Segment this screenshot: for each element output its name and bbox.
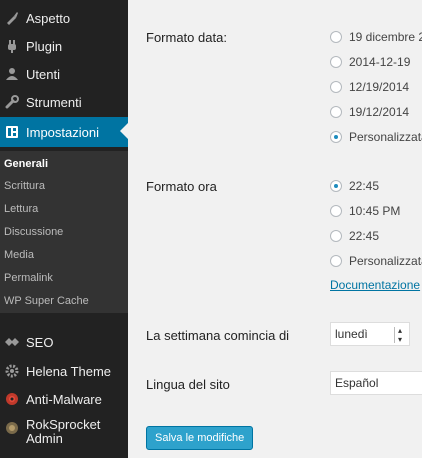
radio-label: Personalizzata	[349, 254, 422, 268]
seo-icon	[4, 334, 20, 350]
date-option-0[interactable]: 19 dicembre 2	[330, 28, 422, 46]
active-pointer	[120, 123, 128, 139]
plug-icon	[4, 38, 20, 54]
radio-button[interactable]	[330, 56, 342, 68]
submenu-item-wp-super-cache[interactable]: WP Super Cache	[4, 295, 89, 307]
sidebar-item-label: Helena Theme	[26, 363, 112, 379]
roksprocket-label-line1: RokSprocket	[26, 417, 101, 432]
save-button[interactable]: Salva le modifiche	[146, 426, 254, 450]
sidebar-item-label: RokSprocket Admin	[26, 418, 100, 446]
sidebar-item-label: Impostazioni	[26, 124, 99, 140]
site-language-value: Español	[335, 376, 379, 390]
submenu-item-discussione[interactable]: Discussione	[4, 226, 63, 238]
rocket-icon	[4, 420, 20, 436]
radio-label: 10:45 PM	[349, 204, 401, 218]
radio-label: Personalizzata	[349, 130, 422, 144]
submenu-item-permalink[interactable]: Permalink	[4, 272, 53, 284]
week-start-value: lunedì	[335, 327, 368, 341]
documentation-link[interactable]: Documentazione	[330, 278, 420, 292]
sidebar-item-label: Strumenti	[26, 94, 82, 110]
date-format-label: Formato data:	[146, 30, 227, 45]
time-option-1[interactable]: 10:45 PM	[330, 202, 400, 220]
paintbrush-icon	[4, 10, 20, 26]
week-start-select[interactable]: lunedì ▴ ▾	[330, 322, 410, 346]
sidebar-item-aspetto[interactable]: Aspetto	[0, 4, 128, 32]
radio-button[interactable]	[330, 131, 342, 143]
submenu-item-media[interactable]: Media	[4, 249, 34, 261]
radio-button[interactable]	[330, 205, 342, 217]
sidebar-item-helena-theme[interactable]: Helena Theme	[0, 357, 128, 385]
roksprocket-label-line2: Admin	[26, 431, 63, 446]
radio-button[interactable]	[330, 230, 342, 242]
malware-icon	[4, 391, 20, 407]
admin-sidebar: Aspetto Plugin Utenti Strumenti Impostaz…	[0, 0, 128, 458]
time-format-label: Formato ora	[146, 179, 217, 194]
sidebar-item-label: Utenti	[26, 66, 60, 82]
submenu-item-lettura[interactable]: Lettura	[4, 203, 38, 215]
radio-label: 19 dicembre 2	[349, 30, 422, 44]
settings-submenu: Generali Scrittura Lettura Discussione M…	[0, 151, 128, 313]
wrench-icon	[4, 94, 20, 110]
gear-icon	[4, 363, 20, 379]
date-option-1[interactable]: 2014-12-19	[330, 53, 410, 71]
users-icon	[4, 66, 20, 82]
sidebar-item-label: SEO	[26, 334, 54, 350]
sidebar-item-anti-malware[interactable]: Anti-Malware	[0, 385, 128, 413]
sidebar-item-strumenti[interactable]: Strumenti	[0, 88, 128, 116]
sidebar-item-label: Anti-Malware	[26, 391, 102, 407]
time-option-2[interactable]: 22:45	[330, 227, 379, 245]
time-option-0[interactable]: 22:45	[330, 177, 379, 195]
sidebar-item-label: Aspetto	[26, 10, 71, 26]
dropdown-arrow-icon: ▴ ▾	[394, 326, 405, 344]
date-option-2[interactable]: 12/19/2014	[330, 78, 409, 96]
date-option-3[interactable]: 19/12/2014	[330, 103, 409, 121]
radio-label: 19/12/2014	[349, 105, 410, 119]
settings-icon	[4, 124, 20, 140]
radio-button[interactable]	[330, 81, 342, 93]
date-option-4[interactable]: Personalizzata	[330, 128, 422, 146]
radio-button[interactable]	[330, 31, 342, 43]
sidebar-item-utenti[interactable]: Utenti	[0, 60, 128, 88]
time-option-3[interactable]: Personalizzata	[330, 252, 422, 270]
radio-label: 12/19/2014	[349, 80, 410, 94]
radio-button[interactable]	[330, 106, 342, 118]
submenu-item-scrittura[interactable]: Scrittura	[4, 180, 45, 192]
radio-button[interactable]	[330, 180, 342, 192]
sidebar-item-roksprocket-admin[interactable]: RokSprocket Admin	[0, 412, 128, 450]
week-start-label: La settimana comincia di	[146, 328, 290, 343]
site-language-select[interactable]: Español	[330, 371, 422, 395]
site-language-label: Lingua del sito	[146, 377, 230, 392]
radio-label: 22:45	[349, 179, 380, 193]
radio-button[interactable]	[330, 255, 342, 267]
settings-main: Formato data: 19 dicembre 2 2014-12-19 1…	[128, 0, 422, 458]
sidebar-item-plugin[interactable]: Plugin	[0, 32, 128, 60]
radio-label: 2014-12-19	[349, 55, 411, 69]
sidebar-item-impostazioni[interactable]: Impostazioni	[0, 117, 128, 147]
submenu-item-generali[interactable]: Generali	[4, 158, 48, 170]
sidebar-item-label: Plugin	[26, 38, 63, 54]
sidebar-item-seo[interactable]: SEO	[0, 328, 128, 356]
radio-label: 22:45	[349, 229, 380, 243]
